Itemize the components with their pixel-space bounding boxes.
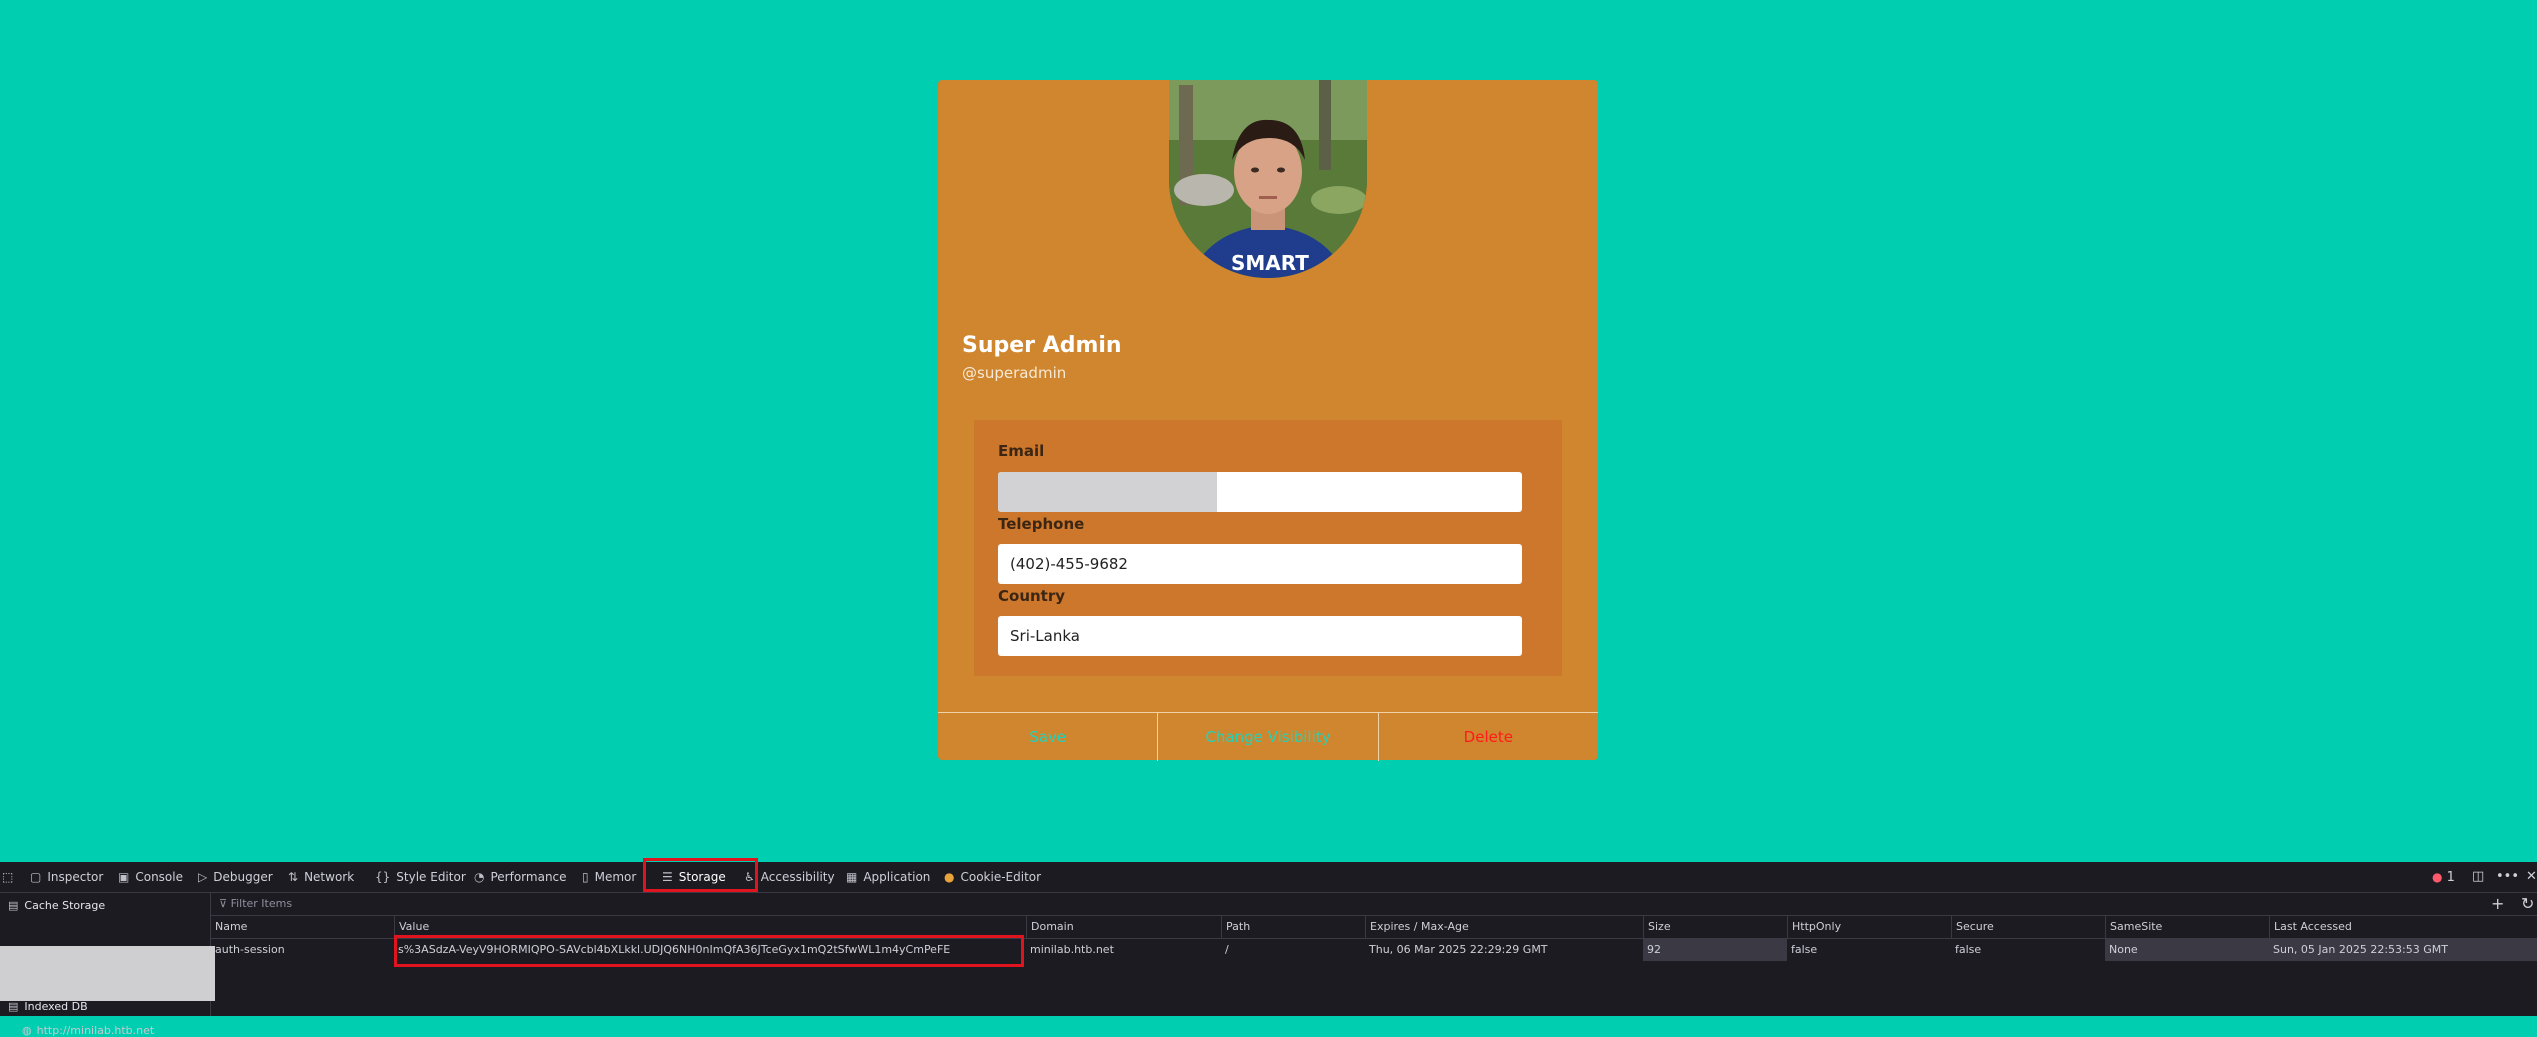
telephone-label: Telephone: [998, 515, 1085, 533]
cookie-httponly: false: [1791, 943, 1818, 956]
cookie-icon: ●: [944, 870, 955, 884]
globe-icon: ◍: [22, 1024, 32, 1037]
column-header[interactable]: Path: [1221, 916, 1366, 938]
storage-icon: ▤: [8, 1000, 19, 1013]
devtools-panel: ⬚ ▢ Inspector ▣ Console ▷ Debugger ⇅ Network…: [0, 858, 2537, 1037]
column-header[interactable]: SameSite: [2105, 916, 2270, 938]
save-button[interactable]: Save: [938, 713, 1157, 761]
tab-network[interactable]: ⇅ Network: [288, 862, 354, 892]
country-field[interactable]: Sri-Lanka: [998, 616, 1522, 656]
cookie-secure: false: [1955, 943, 1982, 956]
column-header[interactable]: Name: [211, 916, 325, 938]
profile-name: Super Admin: [962, 333, 1122, 358]
dock-icon[interactable]: ◫: [2472, 862, 2484, 892]
column-header[interactable]: Size: [1643, 916, 1788, 938]
storage-tab-highlight: [643, 858, 758, 892]
tab-performance[interactable]: ◔ Performance: [474, 862, 567, 892]
profile-card: SMART Super Admin @superadmin Email Tele…: [938, 80, 1598, 761]
more-options-icon[interactable]: •••: [2496, 862, 2519, 892]
profile-username: @superadmin: [962, 364, 1067, 382]
error-indicator[interactable]: ● 1: [2432, 862, 2455, 892]
telephone-field[interactable]: (402)-455-9682: [998, 544, 1522, 584]
refresh-icon[interactable]: ↻: [2521, 893, 2534, 915]
cookie-value-highlight: [394, 935, 1024, 967]
tab-console[interactable]: ▣ Console: [118, 862, 183, 892]
tab-application[interactable]: ▦ Application: [846, 862, 930, 892]
debugger-icon: ▷: [198, 870, 208, 884]
performance-icon: ◔: [474, 870, 485, 884]
change-visibility-button[interactable]: Change Visibility: [1157, 713, 1377, 761]
tab-inspector[interactable]: ▢ Inspector: [30, 862, 103, 892]
network-icon: ⇅: [288, 870, 299, 884]
sidebar-subitem-host[interactable]: ◍ http://minilab.htb.net: [22, 1024, 154, 1037]
column-header[interactable]: Secure: [1951, 916, 2106, 938]
svg-text:SMART: SMART: [1231, 251, 1309, 275]
column-header[interactable]: HttpOnly: [1787, 916, 1952, 938]
column-header[interactable]: Last Accessed: [2269, 916, 2534, 938]
email-redaction: [998, 472, 1217, 512]
tab-memory[interactable]: ▯ Memor: [582, 862, 636, 892]
style-editor-icon: {}: [375, 870, 391, 884]
sidebar-item-cache-storage[interactable]: ▤ Cache Storage: [8, 899, 105, 912]
country-label: Country: [998, 587, 1066, 605]
inspector-icon: ▢: [30, 870, 42, 884]
memory-icon: ▯: [582, 870, 589, 884]
filter-bar: ⊽ Filter Items + ↻: [211, 893, 2537, 916]
profile-photo: SMART: [1169, 80, 1367, 278]
profile-fields-panel: Email Telephone (402)-455-9682 Country S…: [974, 420, 1562, 676]
cookie-path: /: [1225, 943, 1229, 956]
filter-input[interactable]: ⊽ Filter Items: [219, 893, 292, 915]
devtools-toolbar: ⬚ ▢ Inspector ▣ Console ▷ Debugger ⇅ Network…: [0, 858, 2537, 893]
error-icon: ●: [2432, 870, 2443, 884]
sidebar-selection-redaction: [0, 946, 215, 1001]
element-picker-icon[interactable]: ⬚: [2, 862, 13, 892]
add-item-icon[interactable]: +: [2491, 893, 2504, 915]
console-icon: ▣: [118, 870, 130, 884]
cookie-domain: minilab.htb.net: [1030, 943, 1114, 956]
tab-debugger[interactable]: ▷ Debugger: [198, 862, 273, 892]
storage-sidebar: ▤ Cache Storage ▤ Indexed DB ◍ http://minil…: [0, 893, 215, 1037]
cookie-last-accessed: Sun, 05 Jan 2025 22:53:53 GMT: [2269, 939, 2537, 961]
tab-cookie-editor[interactable]: ● Cookie-Editor: [944, 862, 1041, 892]
delete-button[interactable]: Delete: [1377, 713, 1598, 761]
cookie-expires: Thu, 06 Mar 2025 22:29:29 GMT: [1369, 943, 1548, 956]
cookie-name: auth-session: [215, 943, 285, 956]
column-header[interactable]: Domain: [1026, 916, 1221, 938]
application-icon: ▦: [846, 870, 858, 884]
email-label: Email: [998, 442, 1045, 460]
close-icon[interactable]: ✕: [2526, 862, 2537, 892]
sidebar-item-indexed-db[interactable]: ▤ Indexed DB: [8, 1000, 88, 1013]
cookie-samesite: None: [2105, 939, 2269, 961]
tab-style-editor[interactable]: {} Style Editor: [375, 862, 466, 892]
cookie-size: 92: [1643, 939, 1787, 961]
profile-actions: Save Change Visibility Delete: [938, 712, 1598, 761]
email-field[interactable]: [998, 472, 1522, 512]
storage-icon: ▤: [8, 899, 19, 912]
filter-icon: ⊽: [219, 897, 231, 910]
column-header[interactable]: Expires / Max-Age: [1365, 916, 1645, 938]
